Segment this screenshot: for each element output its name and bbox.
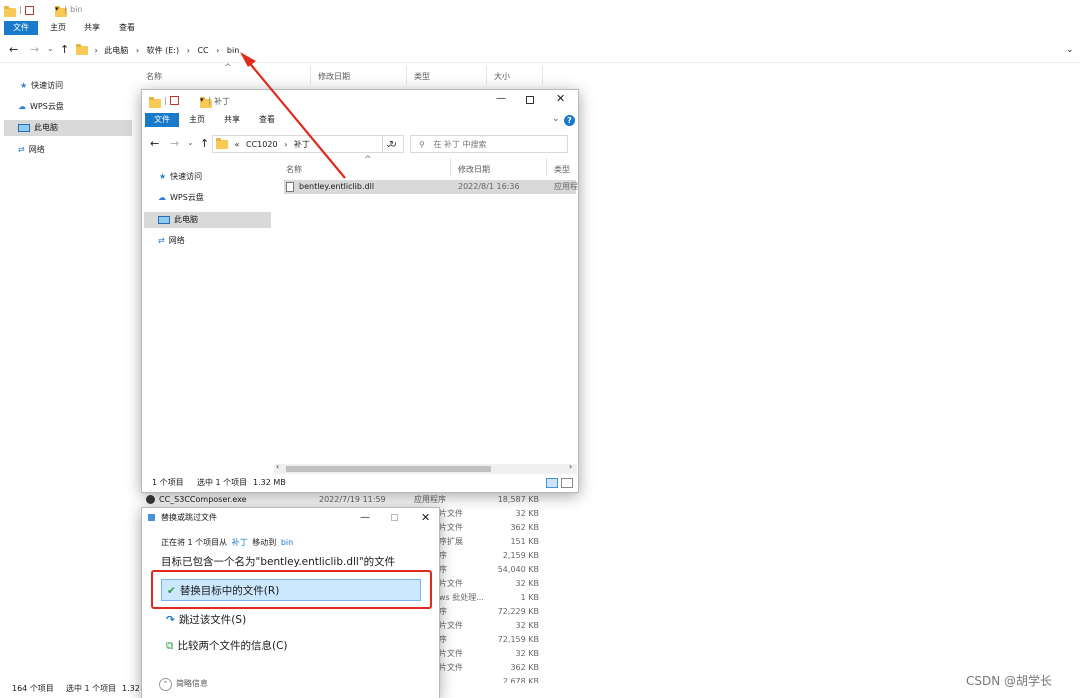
arrow-shaft [246, 59, 346, 179]
annotation-arrow [240, 52, 346, 179]
watermark: CSDN @胡学长 [966, 674, 1053, 688]
arrow-head [240, 52, 256, 67]
